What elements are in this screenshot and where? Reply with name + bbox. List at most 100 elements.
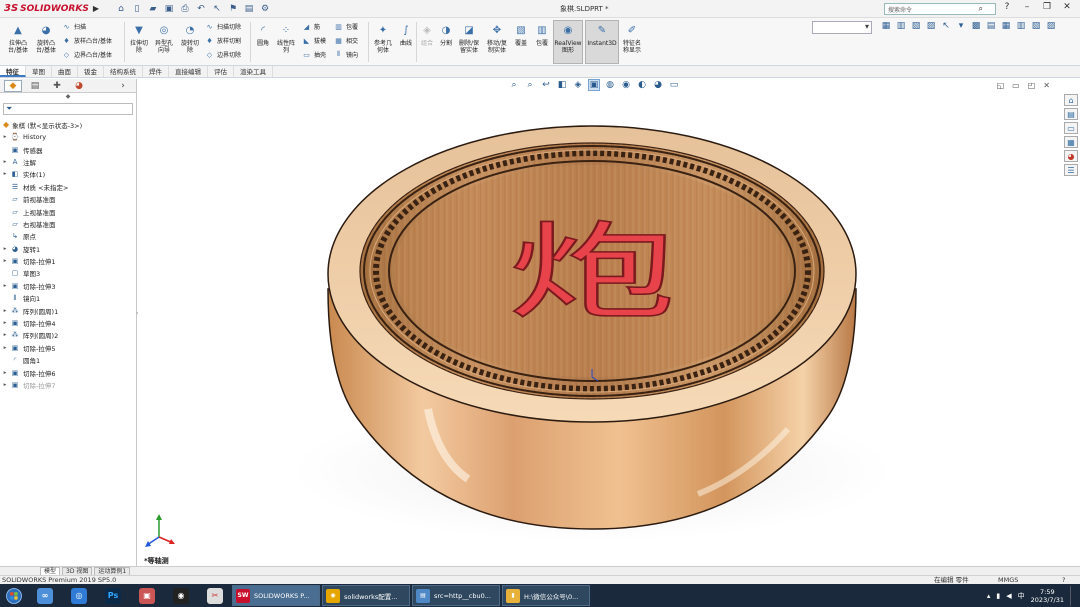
loft-cut-button[interactable]: ♦ 放样切割 — [205, 36, 241, 46]
pinned-app-1[interactable]: ∞ — [28, 584, 62, 607]
pinned-app-5[interactable]: ◉ — [164, 584, 198, 607]
instant3d-button[interactable]: ✎ Instant3D — [585, 20, 619, 64]
toolbar-icon-b[interactable]: ▥ — [895, 20, 907, 32]
start-button[interactable] — [0, 584, 28, 607]
combine-button[interactable]: ◈ 组合 — [418, 22, 436, 47]
tab-direct-editing[interactable]: 直接编辑 — [169, 66, 208, 77]
tab-sheet-metal[interactable]: 钣金 — [78, 66, 104, 77]
hole-wizard-button[interactable]: ◎ 异型孔 向导 — [151, 22, 177, 54]
realview-button[interactable]: ◉ RealView 图形 — [553, 20, 583, 64]
tree-item[interactable]: ▸ ◧ 实体(1) — [0, 168, 136, 180]
tree-item[interactable]: ▱ 前视基准面 — [0, 193, 136, 205]
reference-geometry-button[interactable]: ✦ 参考几 何体 — [371, 22, 395, 54]
taskbar-task[interactable]: ▮ H:\微信公众号\0... — [502, 585, 590, 606]
open-icon[interactable]: ▰ — [147, 3, 159, 15]
expand-chevron-icon[interactable]: ▸ — [0, 370, 10, 376]
expand-chevron-icon[interactable]: ▸ — [0, 134, 10, 140]
expand-chevron-icon[interactable]: ▸ — [0, 382, 10, 388]
tab-sketch[interactable]: 草图 — [26, 66, 52, 77]
linear-pattern-button[interactable]: ⁘ 线性阵 列 — [275, 22, 297, 54]
tree-item[interactable]: ▢ 草图3 — [0, 267, 136, 279]
toolbar-icon-d[interactable]: ▨ — [925, 20, 937, 32]
select-filter-icon[interactable]: ↖ — [940, 20, 952, 32]
view-palette-icon[interactable]: ▦ — [1064, 136, 1078, 148]
design-library-icon[interactable]: ▤ — [1064, 108, 1078, 120]
search-icon[interactable]: ⌕ — [979, 4, 983, 14]
show-desktop-button[interactable] — [1070, 585, 1074, 606]
expand-chevron-icon[interactable]: ▸ — [0, 159, 10, 165]
move-copy-body-button[interactable]: ✥ 移动/复 制实体 — [484, 22, 510, 54]
close-icon[interactable]: ✕ — [1062, 2, 1072, 12]
coat-button[interactable]: ▧ 覆盖 — [512, 22, 530, 47]
tree-item[interactable]: ▸ ▣ 切除-拉伸3 — [0, 280, 136, 292]
tree-item[interactable]: ▸ ◕ 旋转1 — [0, 243, 136, 255]
configuration-dropdown[interactable] — [812, 21, 872, 34]
solidworks-logo[interactable]: 3S SOLIDWORKS — [0, 0, 93, 18]
taskbar-task[interactable]: ▤ src=http__cbu0... — [412, 585, 500, 606]
feature-name-display-button[interactable]: ✐ 特征名 称显示 — [620, 22, 644, 54]
expand-chevron-icon[interactable]: ▸ — [0, 246, 10, 252]
tree-item[interactable]: ▸ ⌚ History — [0, 131, 136, 143]
toolbar-icon-e[interactable]: ▾ — [955, 20, 967, 32]
tree-item[interactable]: ▸ ▣ 切除-拉伸5 — [0, 342, 136, 354]
toolbar-icon-k[interactable]: ▨ — [1045, 20, 1057, 32]
tree-filter-input[interactable]: ⏷ — [3, 103, 133, 115]
expand-chevron-icon[interactable]: ▸ — [0, 332, 10, 338]
toolbar-icon-a[interactable]: ▦ — [880, 20, 892, 32]
expand-chevron-icon[interactable]: ▸ — [0, 320, 10, 326]
display-manager-tab-icon[interactable]: ◕ — [70, 80, 88, 92]
tree-item[interactable]: ▸ ⁂ 阵列(圆周)1 — [0, 304, 136, 316]
tab-evaluate[interactable]: 评估 — [208, 66, 234, 77]
appearances-icon[interactable]: ◕ — [1064, 150, 1078, 162]
tab-render-tools[interactable]: 渲染工具 — [234, 66, 273, 77]
toolbar-icon-i[interactable]: ▥ — [1015, 20, 1027, 32]
mirror-button[interactable]: ⫴ 镜向 — [334, 50, 358, 59]
tree-item[interactable]: ▸ ▣ 切除-拉伸7 — [0, 379, 136, 391]
tab-weldments[interactable]: 焊件 — [143, 66, 169, 77]
collapse-handle-icon[interactable]: ◆ — [0, 93, 136, 103]
tree-item[interactable]: ▸ A 注解 — [0, 156, 136, 168]
revolve-cut-button[interactable]: ◔ 旋转切 除 — [178, 22, 202, 54]
network-icon[interactable]: ▮ — [996, 592, 1000, 600]
select-icon[interactable]: ↖ — [211, 3, 223, 15]
split-button[interactable]: ◑ 分割 — [437, 22, 455, 47]
sweep-button[interactable]: ∿ 扫描 — [62, 22, 86, 32]
pinned-app-6[interactable]: ✂ — [198, 584, 232, 607]
wrap-button[interactable]: ▥ 包覆 — [334, 22, 358, 32]
tab-surfaces[interactable]: 曲面 — [52, 66, 78, 77]
curves-button[interactable]: ∫ 曲线 — [397, 22, 415, 47]
save-icon[interactable]: ▣ — [163, 3, 175, 15]
chess-piece-model[interactable]: 炮 — [138, 79, 1060, 566]
tree-item[interactable]: ▣ 传感器 — [0, 143, 136, 155]
pinned-photoshop[interactable]: Ps — [96, 584, 130, 607]
options-gear-icon[interactable]: ⚙ — [259, 3, 271, 15]
wrap2-button[interactable]: ▥ 包覆 — [532, 22, 552, 47]
tray-expand-icon[interactable]: ▴ — [987, 592, 991, 600]
taskbar-task[interactable]: ◉ solidworks配置... — [322, 585, 410, 606]
print-icon[interactable]: ⎙ — [179, 3, 191, 15]
property-manager-tab-icon[interactable]: ▤ — [26, 80, 44, 92]
tree-item[interactable]: ☰ 材质 <未指定> — [0, 181, 136, 193]
expand-chevron-icon[interactable]: ▸ — [0, 258, 10, 264]
tree-item[interactable]: ▸ ▣ 切除-拉伸1 — [0, 255, 136, 267]
toolbar-icon-h[interactable]: ▦ — [1000, 20, 1012, 32]
search-commands-input[interactable]: 搜索命令 ⌕ — [884, 3, 996, 15]
toolbar-icon-g[interactable]: ▤ — [985, 20, 997, 32]
taskbar-task[interactable]: SW SOLIDWORKS P... — [232, 585, 320, 606]
sweep-cut-button[interactable]: ∿ 扫描切除 — [205, 22, 241, 32]
solidworks-resources-icon[interactable]: ⌂ — [1064, 94, 1078, 106]
restore-icon[interactable]: ❐ — [1042, 2, 1052, 12]
tab-features[interactable]: 特征 — [0, 66, 26, 77]
undo-icon[interactable]: ↶ — [195, 3, 207, 15]
revolve-boss-button[interactable]: ◕ 旋转凸 台/基体 — [32, 22, 60, 54]
boundary-boss-button[interactable]: ◇ 边界凸台/基体 — [62, 50, 112, 60]
tree-item[interactable]: ▸ ⁂ 阵列(圆周)2 — [0, 329, 136, 341]
expand-chevron-icon[interactable]: ▸ — [0, 345, 10, 351]
traffic-light-icon[interactable]: ⚑ — [227, 3, 239, 15]
config-manager-tab-icon[interactable]: ✚ — [48, 80, 66, 92]
shell-button[interactable]: ▭ 抽壳 — [302, 50, 326, 60]
fillet-button[interactable]: ◜ 圆角 — [253, 22, 273, 47]
rib-button[interactable]: ◢ 筋 — [302, 22, 320, 32]
delete-keep-body-button[interactable]: ◪ 删除/保 留实体 — [456, 22, 482, 54]
tree-item[interactable]: ↳ 原点 — [0, 230, 136, 242]
